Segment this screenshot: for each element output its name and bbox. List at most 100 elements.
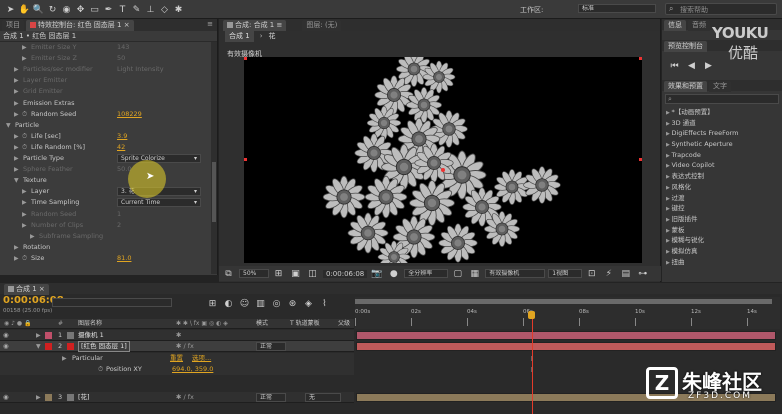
effect-property-row[interactable]: ▶ Subframe Sampling <box>0 231 210 242</box>
effects-category-item[interactable]: ▶ 蒙板 <box>666 225 782 236</box>
fast-previews-icon[interactable]: ⚡ <box>602 267 615 280</box>
zoom-select[interactable]: 50% <box>239 269 269 278</box>
twirl-closed-icon[interactable]: ▶ <box>14 242 21 253</box>
effect-property-value[interactable]: Light Intensity <box>117 64 164 75</box>
label-color-swatch[interactable] <box>45 332 52 339</box>
tab-preview[interactable]: 预览控制台 <box>664 41 707 52</box>
motion-blur-icon[interactable]: ◎ <box>270 297 283 310</box>
comp-mini-flowchart-icon[interactable]: ⊞ <box>206 297 219 310</box>
twirl-open-icon[interactable]: ▼ <box>6 120 13 131</box>
eraser-tool-icon[interactable]: ◇ <box>158 3 171 16</box>
layer-duration-bar[interactable] <box>356 342 776 351</box>
stopwatch-icon[interactable]: ⏱ <box>98 364 103 375</box>
twirl-icon[interactable]: ▼ <box>36 341 41 352</box>
effect-property-dropdown[interactable]: Sprite Colorize ▾ <box>117 154 201 163</box>
layer-name[interactable]: 摄像机 1 <box>78 330 104 341</box>
effects-category-item[interactable]: ▶ *【动画预置】 <box>666 107 782 118</box>
tab-effect-controls[interactable]: 特效控制台: 红色 固态层 1 × <box>26 20 134 31</box>
effect-options-link[interactable]: 选项... <box>192 353 211 364</box>
layer-switches[interactable]: ✱ / fx <box>176 341 194 352</box>
first-frame-icon[interactable]: ⏮ <box>668 59 681 72</box>
handle-ml[interactable] <box>244 158 247 161</box>
effects-category-item[interactable]: ▶ 表达式控制 <box>666 171 782 182</box>
hand-tool-icon[interactable]: ✋ <box>18 3 31 16</box>
effects-category-item[interactable]: ▶ Video Copilot <box>666 160 782 171</box>
rotate-tool-icon[interactable]: ↻ <box>46 3 59 16</box>
tab-project[interactable]: 项目 <box>2 20 24 31</box>
effect-property-row[interactable]: ▶ Emission Extras <box>0 98 210 109</box>
effect-property-row[interactable]: ▶ Number of Clips 2 <box>0 220 210 231</box>
camera-tool-icon[interactable]: ◉ <box>60 3 73 16</box>
select-tool-icon[interactable]: ➤ <box>4 3 17 16</box>
effect-property-row[interactable]: ▶ Particle Type Sprite Colorize ▾ <box>0 153 210 164</box>
twirl-closed-icon[interactable]: ▶ <box>22 42 29 53</box>
playhead-handle[interactable] <box>528 311 535 319</box>
toggle-pixel-icon[interactable]: ⊡ <box>585 267 598 280</box>
twirl-closed-icon[interactable]: ▶ <box>22 209 29 220</box>
play-icon[interactable]: ▶ <box>702 59 715 72</box>
layer-switches[interactable]: ✱ / fx <box>176 392 194 403</box>
timeline-icon[interactable]: ▤ <box>619 267 632 280</box>
effect-property-value[interactable]: 143 <box>117 42 129 53</box>
twirl-closed-icon[interactable]: ▶ <box>14 142 21 153</box>
twirl-closed-icon[interactable]: ▶ <box>14 253 21 264</box>
crumb-flower[interactable]: 花 <box>269 31 276 42</box>
effect-property-row[interactable]: ▶ Rotation <box>0 242 210 253</box>
composition-viewport[interactable] <box>244 57 642 263</box>
visibility-eye-icon[interactable]: ◉ <box>3 341 9 352</box>
twirl-closed-icon[interactable]: ▶ <box>22 220 29 231</box>
prev-frame-icon[interactable]: ◀ <box>685 59 698 72</box>
twirl-closed-icon[interactable]: ▶ <box>14 64 21 75</box>
brainstorm-icon[interactable]: ⊛ <box>286 297 299 310</box>
time-ruler[interactable]: 0:00s02s04s06s08s10s12s14s <box>355 297 780 329</box>
effect-controls-scrollbar[interactable] <box>211 42 217 274</box>
graph-editor-icon[interactable]: ⌇ <box>318 297 331 310</box>
handle-mr[interactable] <box>639 158 642 161</box>
tab-info[interactable]: 信息 <box>664 20 686 31</box>
handle-tr[interactable] <box>639 57 642 60</box>
puppet-tool-icon[interactable]: ✱ <box>172 3 185 16</box>
layer-duration-bar[interactable] <box>356 331 776 340</box>
text-tool-icon[interactable]: T <box>116 3 129 16</box>
effects-category-item[interactable]: ▶ 3D 通道 <box>666 118 782 129</box>
twirl-icon[interactable]: ▶ <box>36 330 41 341</box>
effect-property-row[interactable]: ▶ ⏱ Size 81.0 <box>0 253 210 264</box>
twirl-closed-icon[interactable]: ▶ <box>14 164 21 175</box>
draft-3d-icon[interactable]: ◐ <box>222 297 235 310</box>
effect-property-row[interactable]: ▶ Emitter Size Y 143 <box>0 42 210 53</box>
effect-property-row[interactable]: ▶ Layer Emitter <box>0 75 210 86</box>
handle-tl[interactable] <box>244 57 247 60</box>
effects-category-item[interactable]: ▶ 键控 <box>666 203 782 214</box>
effects-category-item[interactable]: ▶ DigiEffects FreeForm <box>666 128 782 139</box>
transparency-grid-icon[interactable]: ▦ <box>468 267 481 280</box>
layer-row[interactable]: ◉ ▶ 3 [花] ✱ / fx 正常 无 <box>0 392 354 403</box>
effect-property-value[interactable]: 50 <box>117 53 125 64</box>
work-area-bar[interactable] <box>355 299 772 304</box>
effect-property-value[interactable]: 1 <box>117 209 121 220</box>
pen-tool-icon[interactable]: ✒ <box>102 3 115 16</box>
effect-property-value[interactable]: 3.9 <box>117 131 127 142</box>
effects-category-item[interactable]: ▶ Trapcode <box>666 150 782 161</box>
label-color-swatch[interactable] <box>45 394 52 401</box>
mask-tool-icon[interactable]: ▭ <box>88 3 101 16</box>
mask-visibility-icon[interactable]: ◫ <box>306 267 319 280</box>
visibility-eye-icon[interactable]: ◉ <box>3 330 9 341</box>
twirl-closed-icon[interactable]: ▶ <box>22 197 29 208</box>
stopwatch-icon[interactable]: ⏱ <box>22 142 27 153</box>
twirl-closed-icon[interactable]: ▶ <box>22 53 29 64</box>
effects-category-item[interactable]: ▶ 风格化 <box>666 182 782 193</box>
snapshot-icon[interactable]: 📷 <box>370 267 383 280</box>
effect-property-row[interactable]: ▶ Emitter Size Z 50 <box>0 53 210 64</box>
effect-property-row[interactable]: ▶ Time Sampling Current Time ▾ <box>0 197 210 208</box>
stamp-tool-icon[interactable]: ⊥ <box>144 3 157 16</box>
stopwatch-icon[interactable]: ⏱ <box>22 109 27 120</box>
effect-property-row[interactable]: ▶ ⏱ Random Seed 108229 <box>0 109 210 120</box>
resolution-select[interactable]: 全分辨率 <box>404 269 449 278</box>
flowchart-icon[interactable]: ⊶ <box>636 267 649 280</box>
effects-category-item[interactable]: ▶ 旧版插件 <box>666 214 782 225</box>
effect-property-dropdown[interactable]: Current Time ▾ <box>117 198 201 208</box>
effect-property-row[interactable]: ▶ ⏱ Life [sec] 3.9 <box>0 131 210 142</box>
views-select[interactable]: 1视图 <box>548 269 583 278</box>
effect-property-value[interactable]: 2 <box>117 220 121 231</box>
tab-layer[interactable]: 图层: (无) <box>302 20 342 31</box>
